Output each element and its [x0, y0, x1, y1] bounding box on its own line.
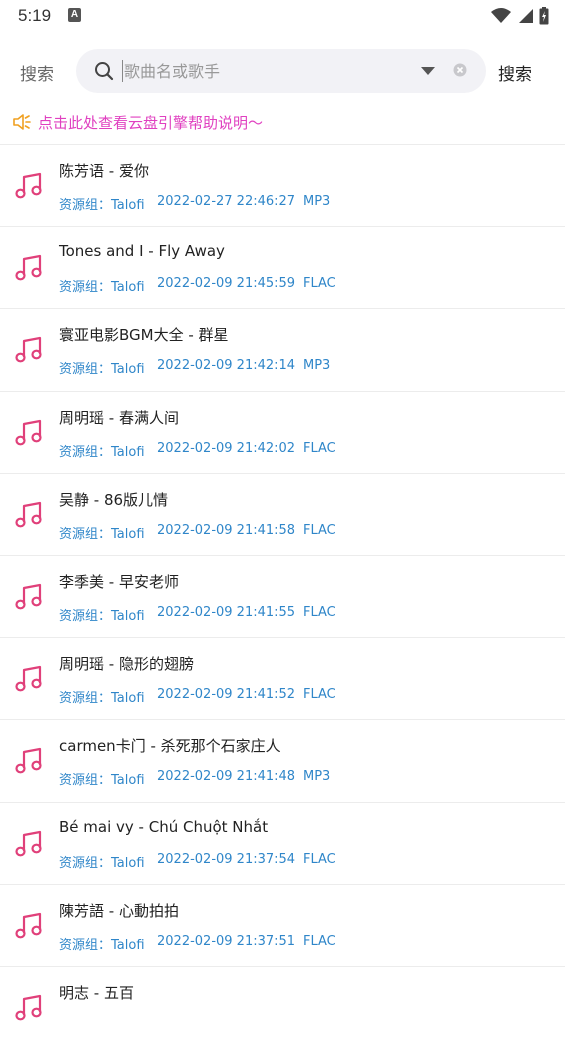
- file-format: FLAC: [303, 440, 336, 456]
- file-format: FLAC: [303, 276, 336, 292]
- search-box[interactable]: [76, 49, 486, 93]
- song-title: carmen卡门 - 杀死那个石家庄人: [59, 737, 281, 756]
- song-meta: 资源组：Talofi 2022-02-09 21:37:54 FLAC: [59, 852, 336, 871]
- resource-group: 资源组：Talofi: [59, 608, 145, 624]
- battery-icon: [539, 7, 549, 25]
- song-meta: 资源组：Talofi 2022-02-09 21:41:55 FLAC: [59, 605, 336, 624]
- song-meta: 资源组：Talofi 2022-02-09 21:41:52 FLAC: [59, 687, 336, 706]
- file-format: FLAC: [303, 522, 336, 538]
- file-format: MP3: [303, 769, 331, 785]
- song-title: 陈芳语 - 爱你: [59, 162, 149, 180]
- music-note-icon: [15, 172, 42, 199]
- resource-group: 资源组：Talofi: [59, 280, 145, 296]
- file-format: MP3: [303, 194, 331, 209]
- song-title: 明志 - 五百: [59, 983, 134, 1002]
- dropdown-arrow-icon[interactable]: [420, 66, 436, 76]
- resource-group: 资源组：Talofi: [59, 855, 145, 871]
- song-title: 周明瑶 - 隐形的翅膀: [59, 655, 194, 674]
- song-list-item[interactable]: 寰亚电影BGM大全 - 群星 资源组：Talofi 2022-02-09 21:…: [0, 308, 565, 390]
- song-title: Tones and I - Fly Away: [59, 242, 225, 261]
- file-format: FLAC: [303, 933, 336, 949]
- file-format: FLAC: [303, 851, 336, 867]
- resource-group: 资源组：Talofi: [59, 937, 145, 953]
- upload-date: 2022-02-09 21:41:52: [157, 687, 296, 703]
- search-button[interactable]: 搜索: [498, 60, 532, 85]
- search-bar: 搜索 搜索: [0, 40, 565, 102]
- file-format: MP3: [303, 358, 331, 374]
- music-note-icon: [15, 419, 42, 445]
- music-note-icon: [15, 255, 42, 281]
- song-meta: 资源组：Talofi 2022-02-09 21:42:02 FLAC: [59, 441, 336, 460]
- song-meta: 资源组：Talofi 2022-02-09 21:41:58 FLAC: [59, 523, 336, 542]
- speaker-icon: [13, 114, 31, 130]
- help-notice-text: 点击此处查看云盘引擎帮助说明～: [38, 113, 264, 132]
- music-note-icon: [15, 912, 42, 939]
- upload-date: 2022-02-09 21:45:59: [157, 276, 296, 292]
- upload-date: 2022-02-09 21:42:02: [157, 440, 296, 456]
- music-note-icon: [15, 748, 42, 774]
- music-note-icon: [15, 666, 42, 692]
- upload-date: 2022-02-09 21:41:48: [157, 769, 296, 785]
- resource-group: 资源组：Talofi: [59, 773, 145, 789]
- resource-group: 资源组：Talofi: [59, 198, 145, 213]
- song-list-item[interactable]: 吴静 - 86版儿情 资源组：Talofi 2022-02-09 21:41:5…: [0, 472, 565, 555]
- upload-date: 2022-02-09 21:41:58: [157, 522, 296, 538]
- song-meta: 资源组：Talofi 2022-02-27 22:46:27 MP3: [59, 194, 330, 213]
- status-icons: [491, 6, 549, 26]
- song-list-item[interactable]: 周明瑶 - 春满人间 资源组：Talofi 2022-02-09 21:42:0…: [0, 390, 565, 473]
- resource-group: 资源组：Talofi: [59, 526, 145, 542]
- song-meta: 资源组：Talofi 2022-02-09 21:41:48 MP3: [59, 769, 330, 788]
- song-list-item[interactable]: 陈芳语 - 爱你 资源组：Talofi 2022-02-27 22:46:27 …: [0, 144, 565, 226]
- resource-group: 资源组：Talofi: [59, 444, 145, 460]
- song-list-item[interactable]: 明志 - 五百: [0, 965, 565, 1048]
- status-bar: 5:19 A: [0, 0, 565, 32]
- cell-signal-icon: [519, 9, 533, 23]
- resource-group: 资源组：Talofi: [59, 691, 145, 707]
- song-title: 寰亚电影BGM大全 - 群星: [59, 326, 229, 345]
- song-list: 陈芳语 - 爱你 资源组：Talofi 2022-02-27 22:46:27 …: [0, 144, 565, 1048]
- file-format: FLAC: [303, 687, 336, 703]
- music-note-icon: [15, 830, 42, 856]
- file-format: FLAC: [303, 604, 336, 620]
- music-note-icon: [15, 501, 42, 528]
- music-note-icon: [15, 337, 42, 363]
- search-label: 搜索: [20, 65, 54, 85]
- song-title: 陳芳語 - 心動拍拍: [59, 901, 179, 920]
- accessibility-notification-icon: A: [68, 8, 81, 22]
- song-list-item[interactable]: 陳芳語 - 心動拍拍 资源组：Talofi 2022-02-09 21:37:5…: [0, 883, 565, 966]
- upload-date: 2022-02-09 21:37:51: [157, 933, 296, 949]
- upload-date: 2022-02-27 22:46:27: [157, 194, 296, 209]
- song-meta: 资源组：Talofi 2022-02-09 21:42:14 MP3: [59, 358, 330, 377]
- song-title: 吴静 - 86版儿情: [59, 490, 169, 509]
- music-note-icon: [15, 994, 42, 1021]
- song-list-item[interactable]: carmen卡门 - 杀死那个石家庄人 资源组：Talofi 2022-02-0…: [0, 719, 565, 801]
- song-title: Bé mai vy - Chú Chuột Nhắt: [59, 817, 269, 836]
- music-note-icon: [15, 583, 42, 610]
- song-list-item[interactable]: 李季美 - 早安老师 资源组：Talofi 2022-02-09 21:41:5…: [0, 554, 565, 637]
- search-icon: [95, 62, 114, 81]
- wifi-icon: [491, 8, 511, 23]
- upload-date: 2022-02-09 21:37:54: [157, 851, 296, 867]
- upload-date: 2022-02-09 21:42:14: [157, 358, 296, 374]
- song-list-item[interactable]: 周明瑶 - 隐形的翅膀 资源组：Talofi 2022-02-09 21:41:…: [0, 637, 565, 719]
- song-title: 李季美 - 早安老师: [59, 572, 179, 591]
- resource-group: 资源组：Talofi: [59, 362, 145, 378]
- song-meta: 资源组：Talofi 2022-02-09 21:45:59 FLAC: [59, 276, 336, 295]
- song-meta: 资源组：Talofi 2022-02-09 21:37:51 FLAC: [59, 934, 336, 953]
- song-list-item[interactable]: Bé mai vy - Chú Chuột Nhắt 资源组：Talofi 20…: [0, 801, 565, 884]
- status-time: 5:19: [18, 6, 52, 25]
- search-input[interactable]: [122, 60, 402, 82]
- song-title: 周明瑶 - 春满人间: [59, 408, 179, 427]
- clear-icon[interactable]: [453, 63, 467, 77]
- song-list-item[interactable]: Tones and I - Fly Away 资源组：Talofi 2022-0…: [0, 226, 565, 308]
- upload-date: 2022-02-09 21:41:55: [157, 604, 296, 620]
- help-notice[interactable]: 点击此处查看云盘引擎帮助说明～: [0, 104, 565, 140]
